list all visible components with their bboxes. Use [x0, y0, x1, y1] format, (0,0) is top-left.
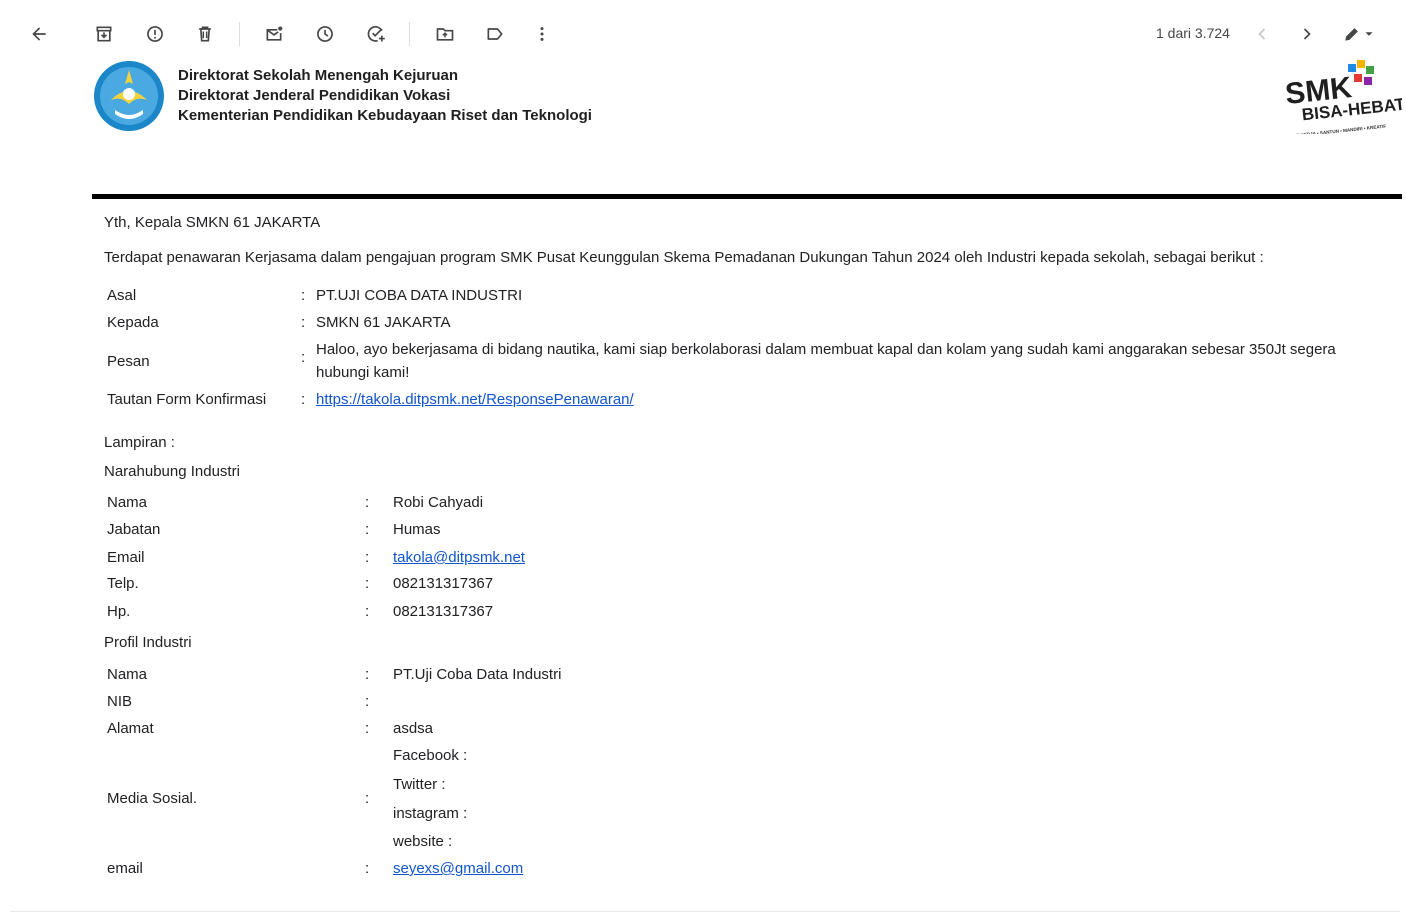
offer-colon: : — [301, 349, 306, 366]
profile-colon: : — [365, 666, 370, 683]
offer-label: Tautan Form Konfirmasi — [107, 391, 267, 408]
report-icon — [147, 26, 163, 42]
greeting: Yth, Kepala SMKN 61 JAKARTA — [104, 214, 321, 231]
social-facebook: Facebook : — [393, 747, 468, 764]
offer-message-line-2: hubungi kami! — [316, 364, 410, 381]
profile-label: Alamat — [107, 720, 154, 737]
social-instagram: instagram : — [393, 805, 468, 822]
clock-icon — [317, 26, 333, 42]
contact-value: Humas — [393, 521, 441, 538]
label-icon — [487, 28, 503, 40]
contact-colon: : — [365, 549, 370, 566]
confirmation-form-link[interactable]: https://takola.ditpsmk.net/ResponsePenaw… — [316, 391, 634, 408]
input-tools-button[interactable] — [1335, 16, 1383, 52]
offer-colon: : — [301, 287, 306, 304]
contact-colon: : — [365, 494, 370, 511]
move-to-button[interactable] — [427, 16, 463, 52]
pager-count: 1 dari 3.724 — [1156, 25, 1230, 41]
more-options-button[interactable] — [524, 16, 560, 52]
contact-label: Hp. — [107, 603, 131, 620]
offer-label: Pesan — [107, 353, 150, 370]
contact-heading: Narahubung Industri — [104, 463, 240, 480]
social-twitter: Twitter : — [393, 776, 446, 793]
profile-label: Nama — [107, 666, 148, 683]
profile-email-link[interactable]: seyexs@gmail.com — [393, 860, 523, 877]
toolbar-divider — [409, 22, 410, 46]
offer-value: SMKN 61 JAKARTA — [316, 314, 451, 331]
contact-colon: : — [365, 521, 370, 538]
offer-message-line-1: Haloo, ayo bekerjasama di bidang nautika… — [316, 341, 1336, 358]
mark-unread-button[interactable] — [256, 16, 292, 52]
arrow-left-icon — [32, 27, 46, 41]
smk-logo-tagline: SIAP KERJA • SANTUN • MANDIRI • KREATIF — [1288, 124, 1386, 134]
letterhead-line-2: Direktorat Jenderal Pendidikan Vokasi — [178, 87, 451, 104]
letterhead-text: Direktorat Sekolah Menengah Kejuruan Dir… — [178, 66, 592, 126]
contact-colon: : — [365, 575, 370, 592]
offer-label: Kepada — [107, 314, 159, 331]
profile-label: NIB — [107, 693, 133, 710]
offer-label: Asal — [107, 287, 137, 304]
contact-value: 082131317367 — [393, 575, 494, 592]
report-spam-button[interactable] — [137, 16, 173, 52]
label-button[interactable] — [477, 16, 513, 52]
contact-value: 082131317367 — [393, 603, 494, 620]
kemdikbud-logo — [94, 61, 164, 131]
caret-down-icon — [1365, 32, 1373, 36]
contact-colon: : — [365, 603, 370, 620]
letterhead-line-1: Direktorat Sekolah Menengah Kejuruan — [178, 67, 459, 84]
chevron-right-icon — [1303, 28, 1311, 40]
profile-colon: : — [365, 790, 370, 807]
older-button[interactable] — [1289, 16, 1325, 52]
delete-button[interactable] — [187, 16, 223, 52]
attachment-heading: Lampiran : — [104, 434, 175, 451]
offer-value: PT.UJI COBA DATA INDUSTRI — [316, 287, 523, 304]
contact-label: Nama — [107, 494, 148, 511]
message-card-border — [10, 911, 1400, 912]
contact-label: Email — [107, 549, 145, 566]
back-button[interactable] — [21, 16, 57, 52]
contact-value: Robi Cahyadi — [393, 494, 484, 511]
profile-colon: : — [365, 693, 370, 710]
snooze-button[interactable] — [307, 16, 343, 52]
header-divider — [92, 194, 1402, 199]
offer-colon: : — [301, 314, 306, 331]
mail-unread-icon — [266, 26, 283, 41]
archive-button[interactable] — [86, 16, 122, 52]
profile-label: email — [107, 860, 143, 877]
profile-value: PT.Uji Coba Data Industri — [393, 666, 562, 683]
offer-colon: : — [301, 391, 306, 408]
chevron-left-icon — [1258, 28, 1266, 40]
add-to-tasks-button[interactable] — [358, 16, 394, 52]
profile-colon: : — [365, 860, 370, 877]
toolbar-divider — [239, 22, 240, 46]
more-vert-icon — [540, 27, 544, 41]
profile-colon: : — [365, 720, 370, 737]
intro-paragraph: Terdapat penawaran Kerjasama dalam penga… — [104, 249, 1264, 266]
contact-label: Telp. — [107, 575, 139, 592]
trash-icon — [199, 26, 211, 42]
folder-move-icon — [436, 28, 454, 41]
archive-icon — [96, 26, 112, 42]
add-task-icon — [367, 26, 385, 42]
profile-label: Media Sosial. — [107, 790, 198, 807]
smk-bisa-hebat-logo: SMK BISA-HEBAT SIAP KERJA • SANTUN • MAN… — [1284, 60, 1402, 134]
message-toolbar: 1 dari 3.724 — [0, 0, 1406, 66]
letterhead-line-3: Kementerian Pendidikan Kebudayaan Riset … — [178, 107, 592, 124]
profile-value: asdsa — [393, 720, 434, 737]
newer-button[interactable] — [1244, 16, 1280, 52]
contact-email-link[interactable]: takola@ditpsmk.net — [393, 549, 525, 566]
contact-label: Jabatan — [107, 521, 161, 538]
pencil-icon — [1345, 28, 1358, 41]
profile-heading: Profil Industri — [104, 634, 192, 651]
social-website: website : — [393, 833, 453, 850]
